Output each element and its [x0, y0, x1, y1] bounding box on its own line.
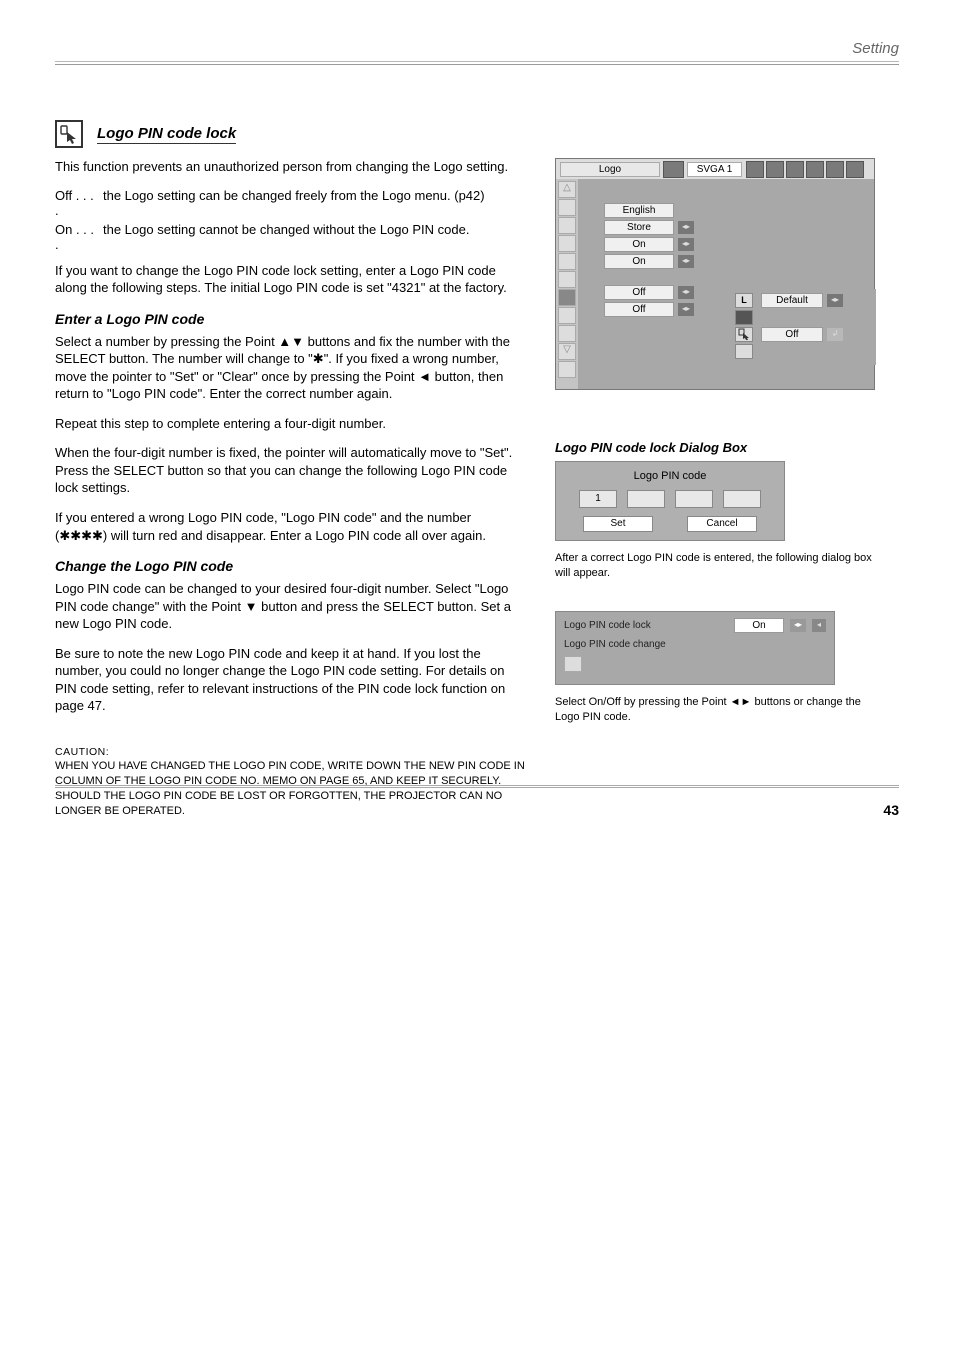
page-number: 43 [883, 802, 899, 818]
change-pin-heading: Change the Logo PIN code [55, 558, 525, 574]
enter-step1: Select a number by pressing the Point ▲▼… [55, 333, 525, 403]
leftright-icon[interactable]: ◂▸ [678, 286, 694, 299]
side-icon[interactable] [558, 217, 576, 234]
pin-digit-1[interactable]: 1 [579, 490, 617, 508]
side-icon[interactable] [558, 253, 576, 270]
panel-title: Logo [560, 162, 660, 177]
pin-digit-4[interactable] [723, 490, 761, 508]
language-val[interactable]: English [604, 203, 674, 218]
side-icon-selected[interactable] [558, 289, 576, 306]
logo-settings-figure: Logo SVGA 1 [555, 158, 885, 390]
on-label: On . . . . [55, 222, 95, 252]
side-icon[interactable] [558, 199, 576, 216]
toolbar-icon [786, 161, 804, 178]
down-icon[interactable]: ▽ [558, 343, 576, 360]
source-icon [663, 161, 684, 178]
up-icon[interactable]: △ [558, 181, 576, 198]
quit-icon[interactable] [735, 344, 753, 359]
off-label: Off . . . . [55, 188, 95, 218]
change-step2: Be sure to note the new Logo PIN code an… [55, 645, 525, 715]
caution-text: WHEN YOU HAVE CHANGED THE LOGO PIN CODE,… [55, 759, 525, 818]
section-title: Logo PIN code lock [97, 125, 236, 144]
default-val[interactable]: Default [761, 293, 823, 308]
toolbar-icon [806, 161, 824, 178]
pin-lock-label: Logo PIN code lock [564, 620, 728, 631]
leftright-icon[interactable]: ◂▸ [790, 619, 806, 632]
pin-lock-value[interactable]: On [734, 618, 784, 633]
leftright-icon[interactable]: ◂▸ [827, 294, 843, 307]
change-instruction: If you want to change the Logo PIN code … [55, 262, 525, 297]
lock-icon [735, 327, 753, 342]
pin-change-label[interactable]: Logo PIN code change [564, 639, 826, 650]
side-icon[interactable] [558, 271, 576, 288]
popup-off-val[interactable]: Off [761, 327, 823, 342]
leftright-icon[interactable]: ◂▸ [678, 255, 694, 268]
pin-lock-note: Select On/Off by pressing the Point ◄► b… [555, 695, 885, 725]
toolbar-icon [826, 161, 844, 178]
enter-wrong: If you entered a wrong Logo PIN code, "L… [55, 509, 525, 544]
capture-icon [735, 310, 753, 325]
logo-sub-popup: L Default ◂▸ [731, 289, 876, 365]
change-step1: Logo PIN code can be changed to your des… [55, 580, 525, 633]
pin-dialog-caption: Logo PIN code lock Dialog Box [555, 440, 885, 455]
toolbar-icon [766, 161, 784, 178]
pin-digit-2[interactable] [627, 490, 665, 508]
pin-dialog: Logo PIN code 1 Set Cancel [555, 461, 785, 541]
toolbar-icon [846, 161, 864, 178]
store-val[interactable]: Store [604, 220, 674, 235]
pin-digit-3[interactable] [675, 490, 713, 508]
pointer-icon: ◂ [812, 619, 826, 632]
l-icon: L [735, 293, 753, 308]
enter-arrow-icon[interactable]: ↲ [827, 328, 843, 341]
enter-step2: Repeat this step to complete entering a … [55, 415, 525, 433]
header-title: Setting [55, 40, 899, 61]
on2-val[interactable]: On [604, 254, 674, 269]
panel-mode: SVGA 1 [687, 162, 742, 177]
quit-icon[interactable] [558, 361, 576, 378]
pin-dialog-note: After a correct Logo PIN code is entered… [555, 551, 885, 581]
on1-val[interactable]: On [604, 237, 674, 252]
leftright-icon[interactable]: ◂▸ [678, 221, 694, 234]
side-icon[interactable] [558, 235, 576, 252]
enter-pin-heading: Enter a Logo PIN code [55, 311, 525, 327]
side-icon[interactable] [558, 307, 576, 324]
intro-text: This function prevents an unauthorized p… [55, 158, 525, 176]
off-desc: the Logo setting can be changed freely f… [103, 188, 525, 218]
pin-lock-panel-figure: Logo PIN code lock On ◂▸ ◂ Logo PIN code… [555, 611, 885, 725]
toolbar-icon [746, 161, 764, 178]
cancel-button[interactable]: Cancel [687, 516, 757, 532]
off1-val[interactable]: Off [604, 285, 674, 300]
quit-icon[interactable] [564, 656, 582, 672]
pin-dialog-figure: Logo PIN code lock Dialog Box Logo PIN c… [555, 440, 885, 581]
off2-val[interactable]: Off [604, 302, 674, 317]
pin-dialog-title: Logo PIN code [566, 470, 774, 482]
lock-cursor-icon [55, 120, 83, 148]
caution-block: CAUTION: WHEN YOU HAVE CHANGED THE LOGO … [55, 745, 525, 819]
leftright-icon[interactable]: ◂▸ [678, 303, 694, 316]
set-button[interactable]: Set [583, 516, 653, 532]
on-desc: the Logo setting cannot be changed witho… [103, 222, 525, 252]
side-icon[interactable] [558, 325, 576, 342]
leftright-icon[interactable]: ◂▸ [678, 238, 694, 251]
enter-step3: When the four-digit number is fixed, the… [55, 444, 525, 497]
caution-title: CAUTION: [55, 745, 525, 759]
